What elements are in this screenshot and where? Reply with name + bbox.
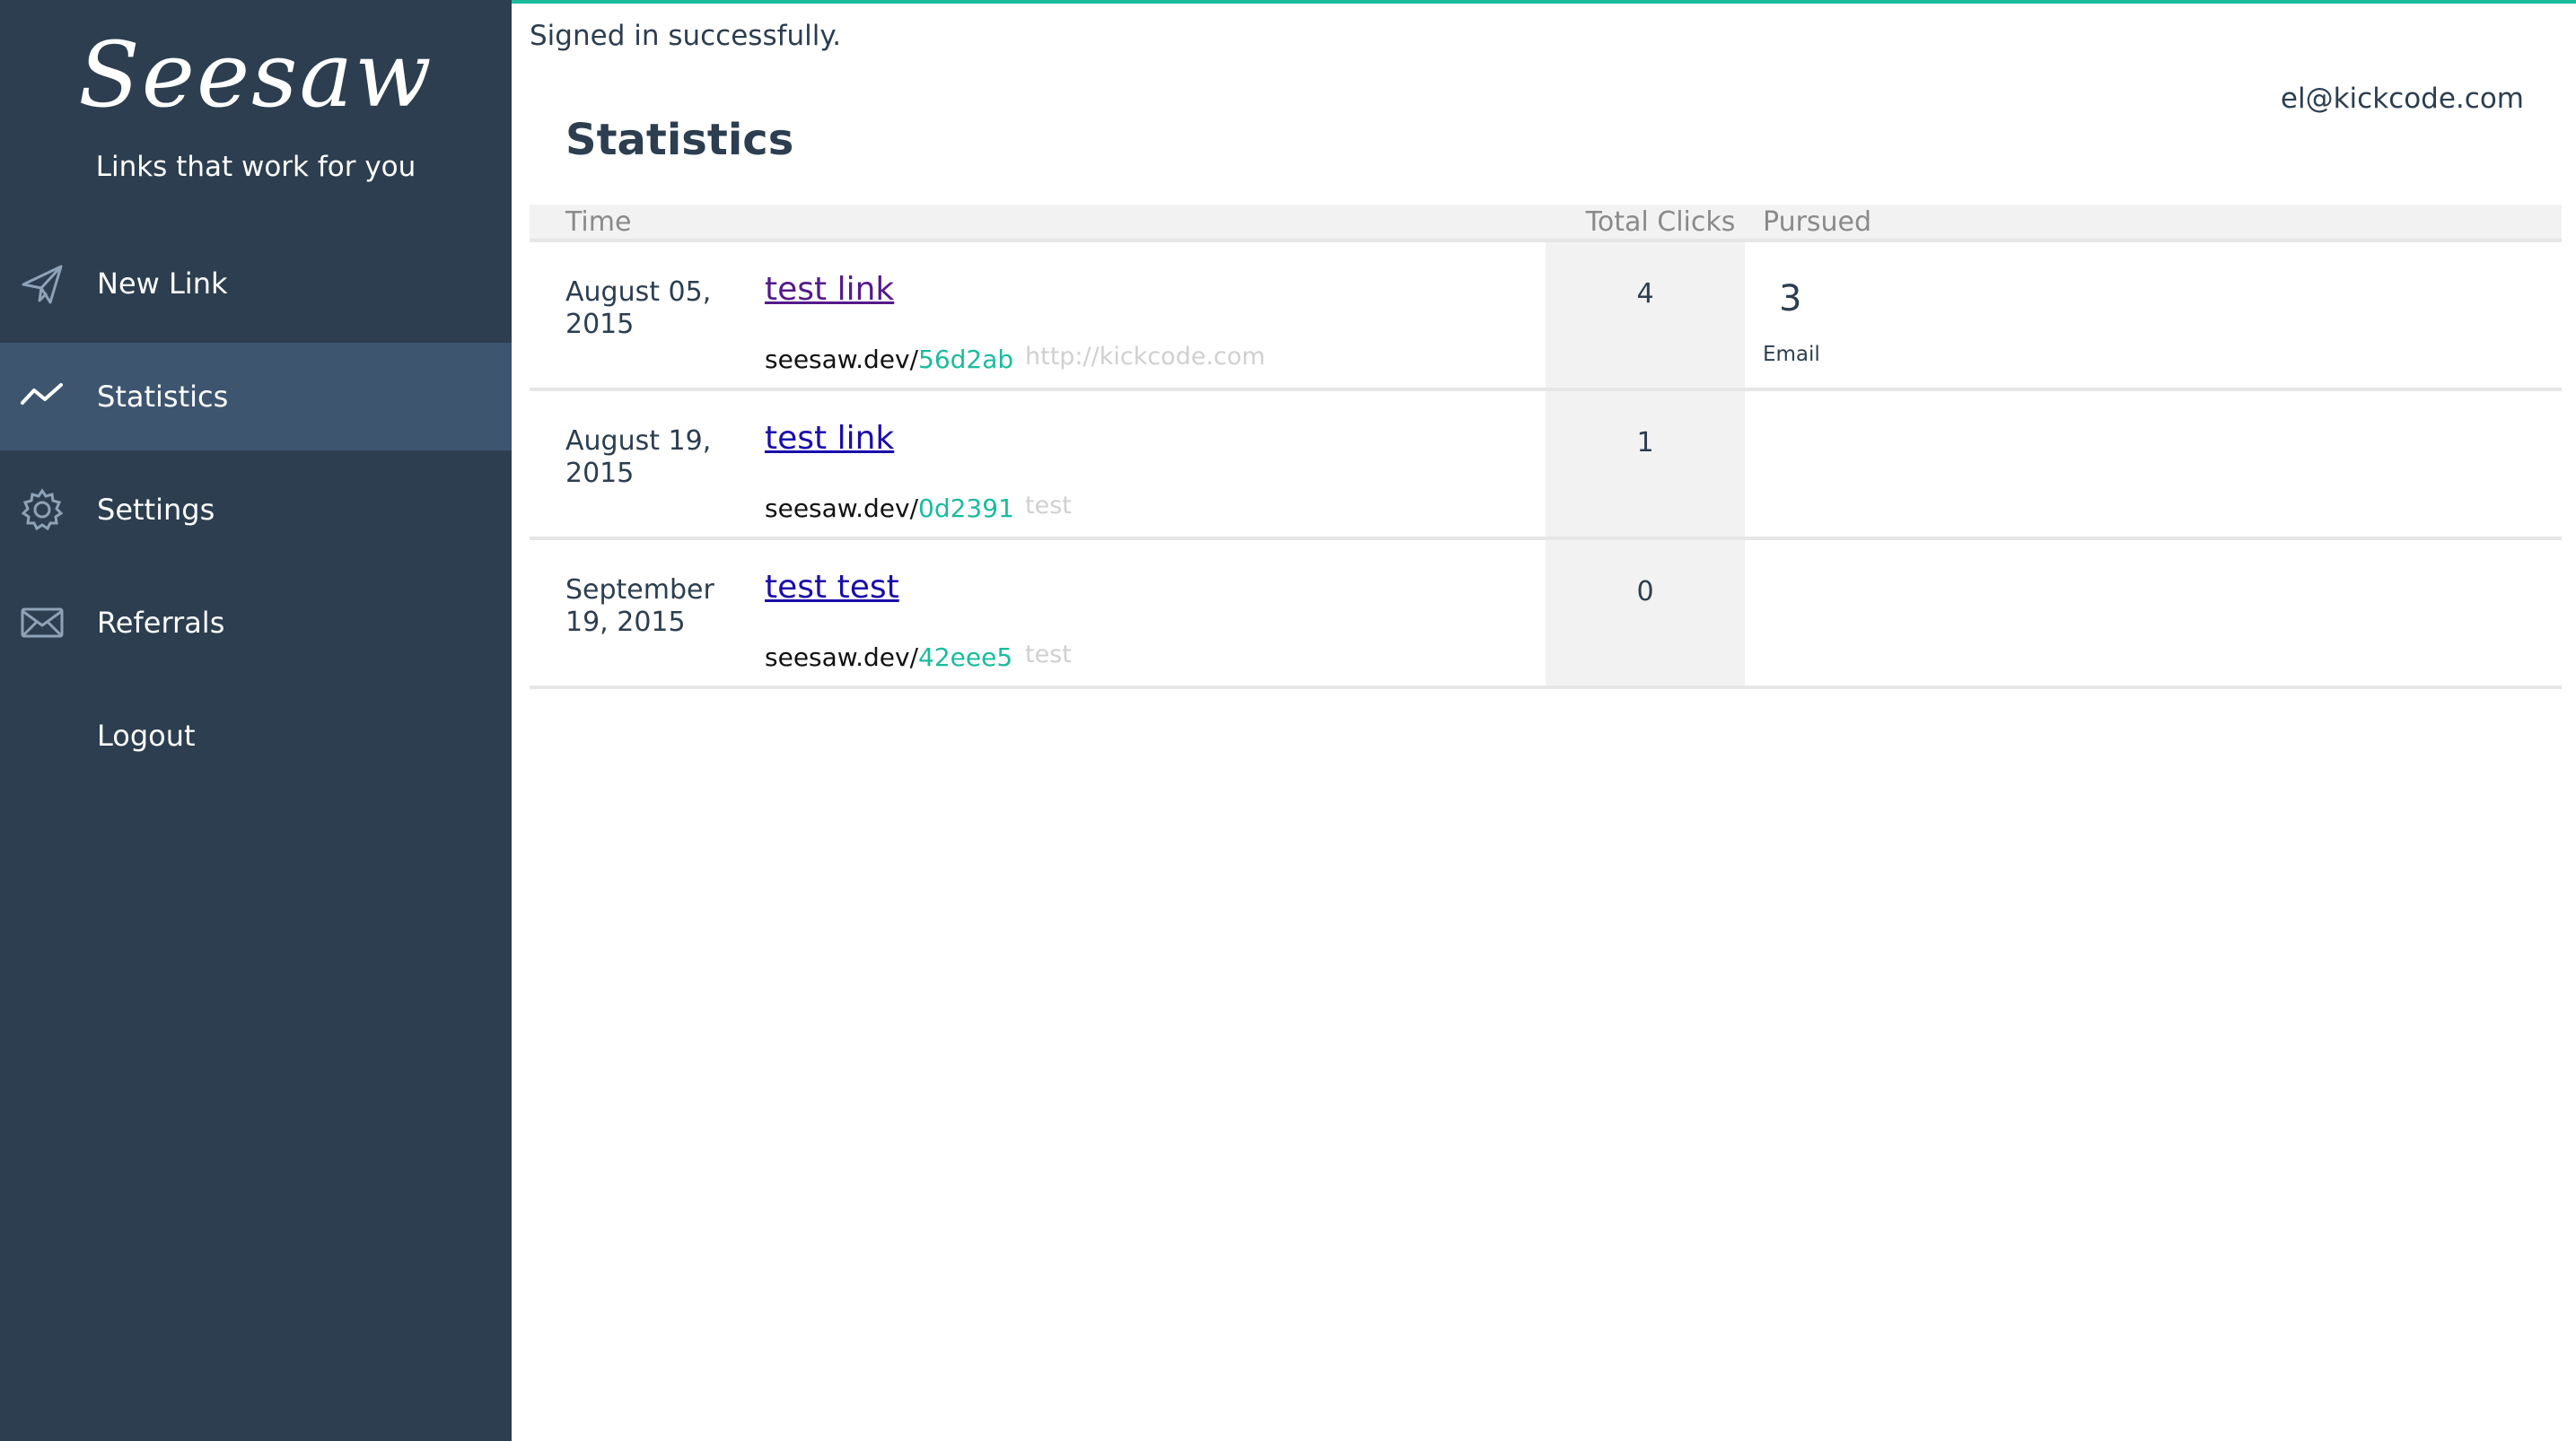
column-header-pursued: Pursued [1763,206,1872,238]
trend-line-icon [20,374,65,419]
sidebar-item-settings[interactable]: Settings [0,456,512,563]
sidebar-item-logout[interactable]: Logout [0,682,512,790]
short-url-slug: 56d2ab [918,345,1014,374]
sidebar-nav: New Link Statistics Settings Referrals L… [0,230,512,795]
brand: Seesaw Links that work for you [0,22,512,183]
sidebar-item-label: New Link [97,266,228,301]
clicks-cell: 0 [1546,540,1745,686]
destination-url: test [1025,641,1072,668]
clicks-cell: 1 [1546,391,1745,537]
table-row: 0 September 19, 2015 test test seesaw.de… [530,540,2562,689]
link-title[interactable]: test link [765,271,894,308]
sidebar-item-referrals[interactable]: Referrals [0,569,512,677]
short-url: seesaw.dev/56d2ab [765,345,1013,374]
flash-message: Signed in successfully. [530,20,842,52]
table-row: 4 August 05, 2015 test link seesaw.dev/5… [530,242,2562,391]
row-date: August 05, 2015 [565,276,712,340]
gear-icon [20,487,65,532]
destination-url: http://kickcode.com [1025,343,1266,371]
column-header-time: Time [565,206,632,238]
destination-url: test [1025,492,1072,520]
sidebar-item-label: Referrals [97,606,225,640]
user-email[interactable]: el@kickcode.com [2281,83,2524,115]
clicks-cell: 4 [1546,242,1745,388]
clicks-count: 4 [1636,278,1654,310]
tagline: Links that work for you [95,151,416,183]
envelope-icon [20,600,65,645]
sidebar-item-new-link[interactable]: New Link [0,230,512,337]
statistics-table: Time Total Clicks Pursued 4 August 05, 2… [530,205,2562,689]
column-header-total-clicks: Total Clicks [1585,206,1736,238]
short-url-slug: 0d2391 [918,493,1014,523]
pursued-count: 3 [1779,278,1802,319]
row-date: September 19, 2015 [565,574,714,638]
clicks-count: 1 [1636,427,1654,458]
sidebar: Seesaw Links that work for you New Link … [0,0,512,1441]
sidebar-item-label: Statistics [97,380,229,414]
table-row: 1 August 19, 2015 test link seesaw.dev/0… [530,391,2562,540]
sidebar-item-label: Logout [97,719,196,753]
short-url: seesaw.dev/0d2391 [765,493,1014,523]
sidebar-item-statistics[interactable]: Statistics [0,343,512,450]
short-url-prefix: seesaw.dev/ [765,345,919,374]
sidebar-item-label: Settings [97,493,215,527]
logo[interactable]: Seesaw [0,22,512,129]
short-url-slug: 42eee5 [918,642,1013,672]
short-url-prefix: seesaw.dev/ [765,642,919,672]
row-date: August 19, 2015 [565,425,712,489]
link-title[interactable]: test link [765,420,894,457]
table-header: Time Total Clicks Pursued [530,205,2562,242]
page-title: Statistics [565,115,794,165]
paper-plane-icon [20,261,65,306]
short-url-prefix: seesaw.dev/ [765,493,919,523]
link-title[interactable]: test test [765,569,899,606]
short-url: seesaw.dev/42eee5 [765,642,1012,672]
clicks-count: 0 [1636,576,1654,607]
pursued-label: Email [1763,343,1820,366]
